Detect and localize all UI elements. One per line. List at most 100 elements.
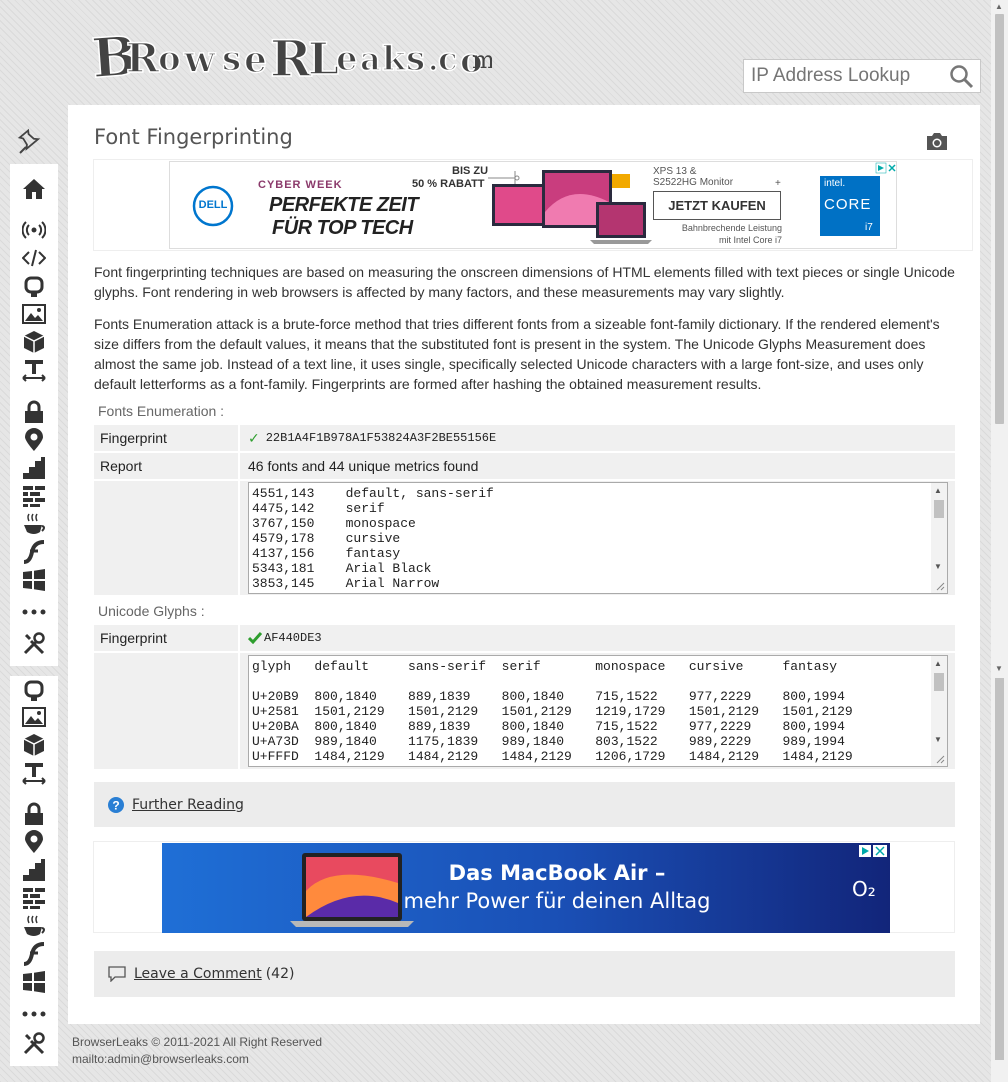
intro-paragraph-2: Fonts Enumeration attack is a brute-forc… [94, 316, 940, 392]
image-icon[interactable] [22, 705, 46, 729]
svg-text:o: o [158, 39, 181, 79]
scroll-up-icon[interactable]: ▲ [995, 2, 1003, 11]
bug-icon[interactable] [22, 275, 46, 299]
fonts-fingerprint-row: Fingerprint ✓ 22B1A4F1B978A1F53824A3F2BE… [94, 425, 955, 451]
scroll-up-icon[interactable]: ▲ [934, 659, 942, 669]
ad-intel-3: i7 [865, 222, 873, 233]
location-pin-icon[interactable] [22, 830, 46, 854]
scroll-down-icon[interactable]: ▼ [995, 664, 1003, 673]
fonts-fingerprint-value-cell: ✓ 22B1A4F1B978A1F53824A3F2BE55156E [240, 425, 955, 451]
windows-icon[interactable] [22, 568, 46, 592]
more-icon[interactable] [22, 600, 46, 624]
ad-line-2: mehr Power für deinen Alltag [403, 889, 711, 913]
site-logo[interactable]: B R o w s e R L e a k s . c o m [89, 18, 495, 92]
unicode-fingerprint-value-cell: AF440DE3 [240, 625, 955, 651]
scroll-up-icon[interactable]: ▲ [934, 486, 942, 496]
resize-grip-icon[interactable] [935, 581, 945, 591]
comment-count: (42) [265, 966, 295, 982]
text-size-icon[interactable] [22, 761, 46, 785]
footer-copyright: BrowserLeaks © 2011-2021 All Right Reser… [72, 1035, 323, 1049]
unicode-table-textarea[interactable]: glyph default sans-serif serif monospace… [248, 655, 948, 767]
page-title: Font Fingerprinting [94, 125, 293, 149]
wifi-signal-icon[interactable] [22, 218, 46, 242]
fonts-list-scrollbar[interactable]: ▲ ▼ [931, 483, 947, 593]
svg-text:L: L [308, 34, 339, 85]
intro-paragraph-1: Font fingerprinting techniques are based… [94, 264, 955, 300]
help-icon: ? [108, 796, 124, 813]
camera-icon[interactable] [926, 131, 948, 151]
lock-icon[interactable] [22, 802, 46, 826]
stairs-icon[interactable] [22, 456, 46, 480]
ad-brand-logo: O₂ [852, 877, 876, 901]
ip-lookup-input[interactable] [744, 65, 944, 87]
scroll-thumb[interactable] [934, 500, 944, 518]
coffee-icon[interactable] [22, 512, 46, 536]
fonts-report-value: 46 fonts and 44 unique metrics found [248, 458, 479, 474]
page-scrollbar[interactable]: ▲ ▼ [991, 0, 1008, 1082]
unicode-table-content: glyph default sans-serif serif monospace… [252, 659, 853, 764]
ad-cta-button[interactable]: JETZT KAUFEN [653, 191, 781, 220]
firewall-icon[interactable] [22, 484, 46, 508]
ad-headline-2: FÜR TOP TECH [272, 217, 413, 239]
unicode-table-scrollbar[interactable]: ▲ ▼ [931, 656, 947, 766]
sidebar-primary [10, 164, 58, 666]
ad-container-top: DELL CYBER WEEK PERFEKTE ZEIT FÜR TOP TE… [93, 159, 973, 251]
further-reading-link[interactable]: Further Reading [132, 797, 244, 813]
ad-intel-2: CORE [824, 196, 872, 213]
svg-text:R: R [126, 35, 160, 82]
fonts-list-content: 4551,143 default, sans-serif 4475,142 se… [252, 486, 494, 591]
ad-line-1: Das MacBook Air – [448, 861, 666, 885]
advertisement-banner[interactable]: Das MacBook Air – mehr Power für deinen … [162, 843, 890, 933]
leave-comment-link[interactable]: Leave a Comment [134, 966, 262, 982]
firewall-icon[interactable] [22, 886, 46, 910]
ad-headline-1: PERFEKTE ZEIT [269, 194, 419, 216]
ad-discount-2: 50 % RABATT [412, 178, 485, 190]
svg-text:m: m [472, 46, 492, 74]
fonts-list-textarea[interactable]: 4551,143 default, sans-serif 4475,142 se… [248, 482, 948, 594]
search-icon[interactable] [949, 64, 975, 90]
scroll-down-icon[interactable]: ▼ [934, 735, 942, 745]
ad-discount-1: BIS ZU [452, 165, 489, 177]
ip-lookup-search[interactable] [743, 59, 981, 93]
svg-text:R: R [270, 29, 312, 88]
image-icon[interactable] [22, 302, 46, 326]
flash-icon[interactable] [22, 540, 46, 564]
unicode-fingerprint-label: Fingerprint [94, 625, 240, 651]
resize-grip-icon[interactable] [935, 754, 945, 764]
fonts-fingerprint-value: 22B1A4F1B978A1F53824A3F2BE55156E [265, 431, 497, 445]
ad-fine-2: mit Intel Core i7 [718, 235, 782, 245]
svg-text:k: k [382, 39, 407, 79]
bug-icon[interactable] [22, 679, 46, 703]
text-size-icon[interactable] [22, 358, 46, 382]
cube-icon[interactable] [22, 330, 46, 354]
svg-text:w: w [183, 39, 216, 81]
advertisement-banner[interactable]: DELL CYBER WEEK PERFEKTE ZEIT FÜR TOP TE… [169, 161, 897, 249]
tools-icon[interactable] [22, 1032, 46, 1056]
pin-icon[interactable] [16, 128, 44, 156]
svg-text:?: ? [112, 798, 119, 812]
fonts-fingerprint-label: Fingerprint [94, 425, 240, 451]
footer-mail-link[interactable]: mailto:admin@browserleaks.com [72, 1051, 322, 1068]
further-reading-bar: ? Further Reading [94, 782, 955, 827]
code-icon[interactable] [22, 246, 46, 270]
svg-text:e: e [336, 39, 358, 79]
ad-product-1: XPS 13 & [653, 166, 697, 177]
windows-icon[interactable] [22, 970, 46, 994]
coffee-icon[interactable] [22, 914, 46, 938]
cube-icon[interactable] [22, 733, 46, 757]
sidebar-secondary [10, 676, 58, 1066]
page-scroll-thumb[interactable] [995, 14, 1004, 424]
stairs-icon[interactable] [22, 858, 46, 882]
home-icon[interactable] [22, 177, 46, 201]
location-pin-icon[interactable] [22, 428, 46, 452]
scroll-thumb[interactable] [934, 673, 944, 691]
ad-dell-logo: DELL [198, 199, 228, 211]
svg-text:s: s [222, 39, 241, 79]
tools-icon[interactable] [22, 632, 46, 656]
scroll-down-icon[interactable]: ▼ [934, 562, 942, 572]
svg-text:a: a [360, 40, 381, 78]
flash-icon[interactable] [22, 942, 46, 966]
lock-icon[interactable] [22, 400, 46, 424]
more-icon[interactable] [22, 1002, 46, 1026]
page-scroll-thumb-lower[interactable] [995, 678, 1004, 1060]
